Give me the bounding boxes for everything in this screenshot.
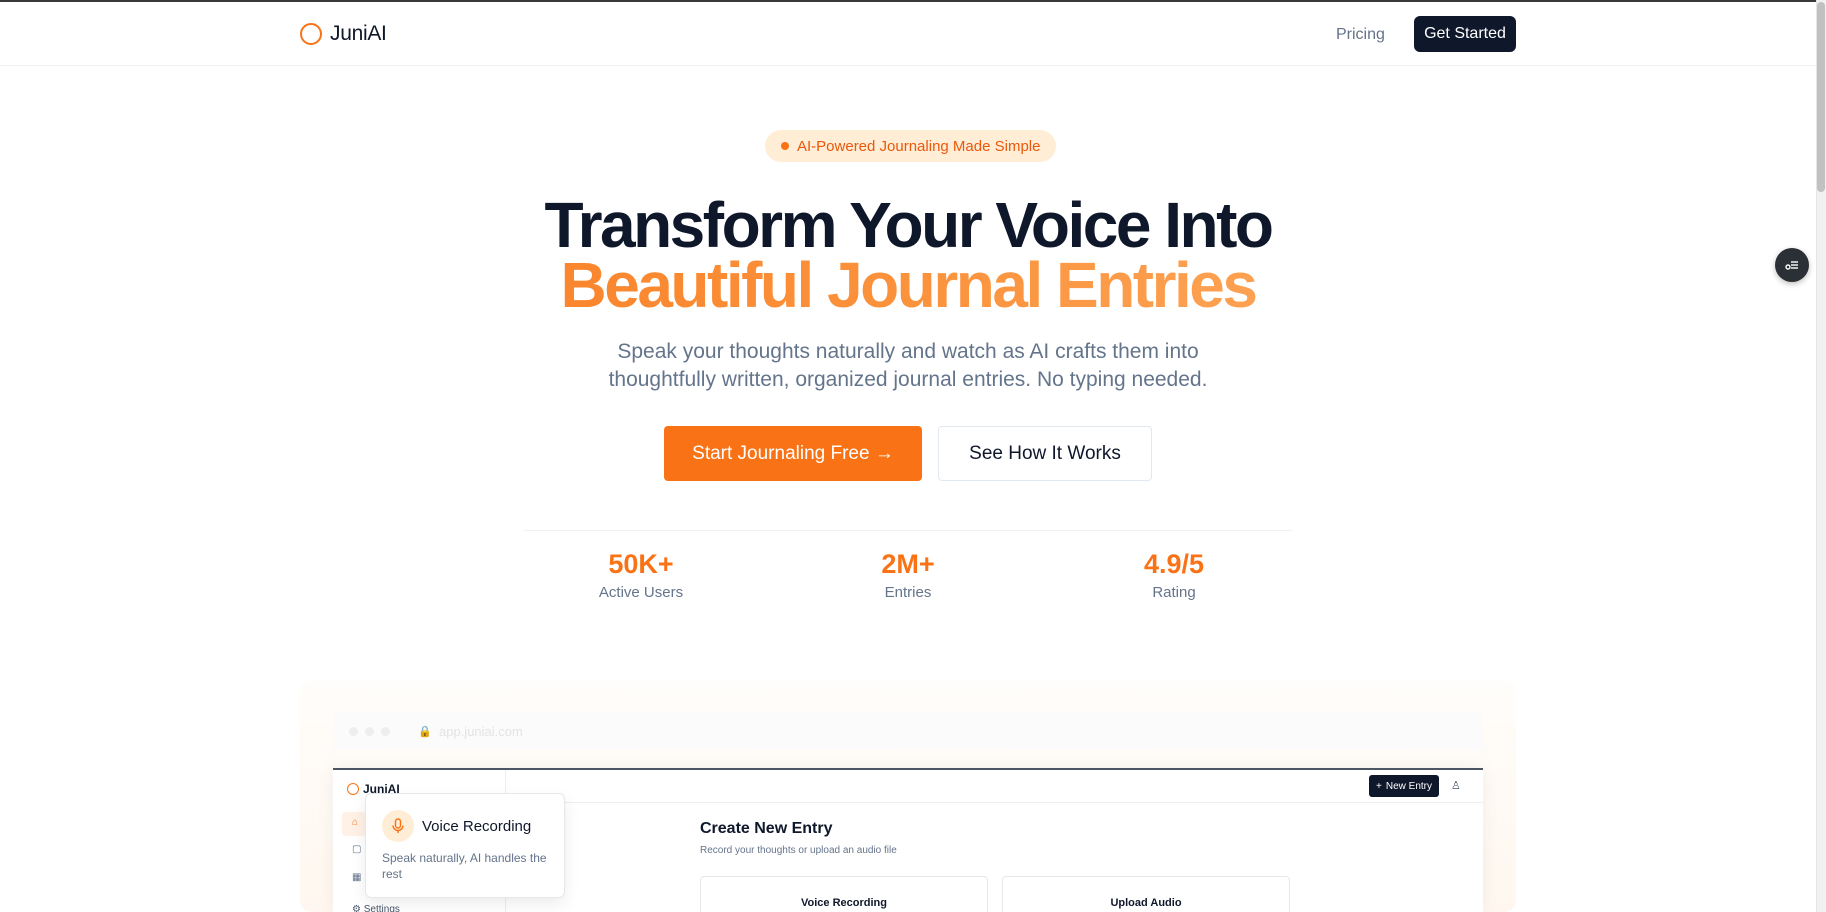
stat-active-users: 50K+ Active Users [541, 548, 741, 601]
stat-rating: 4.9/5 Rating [1074, 548, 1274, 601]
window-dot [381, 727, 390, 736]
book-icon: ▢ [352, 844, 362, 855]
browser-chrome: 🔒 app.juniai.com [333, 712, 1483, 750]
site-header: JuniAI Pricing Get Started [0, 2, 1816, 66]
ring-logo-icon [300, 23, 322, 45]
see-how-it-works-button[interactable]: See How It Works [938, 426, 1152, 481]
page-scrollbar[interactable] [1816, 0, 1826, 912]
badge-text: AI-Powered Journaling Made Simple [797, 137, 1041, 155]
settings-sliders-icon [1785, 261, 1798, 270]
plus-icon: + [1376, 780, 1382, 792]
get-started-button[interactable]: Get Started [1414, 16, 1516, 52]
create-entry-subtitle: Record your thoughts or upload an audio … [700, 845, 897, 856]
browser-url: app.juniai.com [439, 724, 523, 739]
voice-recording-card[interactable]: Voice Recording [700, 876, 988, 912]
stat-value: 50K+ [608, 549, 674, 579]
settings-label: Settings [363, 904, 400, 912]
app-header [506, 770, 1483, 803]
window-dot [365, 727, 374, 736]
calendar-icon: ▦ [352, 872, 362, 883]
tooltip-title: Voice Recording [422, 818, 532, 835]
start-journaling-button[interactable]: Start Journaling Free → [664, 426, 922, 481]
user-icon[interactable]: ♙ [1451, 779, 1461, 792]
hero-subtitle-line1: Speak your thoughts naturally and watch … [617, 340, 1199, 363]
nav-pricing-link[interactable]: Pricing [1336, 26, 1385, 44]
scrollbar-thumb[interactable] [1817, 2, 1825, 192]
new-entry-label: New Entry [1385, 780, 1432, 792]
create-entry-title: Create New Entry [700, 820, 833, 837]
stat-label: Active Users [598, 584, 684, 601]
floating-tools-button[interactable] [1775, 248, 1809, 282]
tooltip-description: Speak naturally, AI handles the rest [382, 851, 547, 881]
stat-entries: 2M+ Entries [808, 548, 1008, 601]
card-title: Upload Audio [1110, 897, 1182, 909]
hero-badge: AI-Powered Journaling Made Simple [765, 130, 1057, 162]
hero-title-line2: Beautiful Journal Entries [0, 253, 1816, 317]
stat-value: 2M+ [881, 549, 935, 579]
hero-subtitle-line2: thoughtfully written, organized journal … [608, 368, 1208, 391]
stat-label: Rating [1152, 584, 1196, 601]
brand-name: JuniAI [330, 22, 387, 45]
microphone-icon [392, 818, 404, 833]
badge-dot-icon [781, 142, 789, 150]
stat-label: Entries [884, 584, 932, 601]
lock-icon: 🔒 [418, 726, 432, 738]
home-icon: ⌂ [352, 817, 359, 828]
stat-value: 4.9/5 [1143, 549, 1205, 579]
new-entry-button[interactable]: + New Entry [1369, 775, 1439, 797]
stats-divider [524, 530, 1292, 531]
hero-title-line1: Transform Your Voice Into [544, 189, 1274, 261]
card-title: Voice Recording [801, 897, 887, 909]
microphone-icon-wrap [382, 810, 414, 842]
upload-audio-card[interactable]: Upload Audio [1002, 876, 1290, 912]
sidebar-item-settings[interactable]: ⚙ Settings [352, 904, 400, 912]
ring-logo-icon [347, 783, 359, 795]
window-dot [349, 727, 358, 736]
voice-recording-tooltip: Voice Recording Speak naturally, AI hand… [365, 793, 565, 898]
brand-logo[interactable]: JuniAI [300, 22, 387, 46]
